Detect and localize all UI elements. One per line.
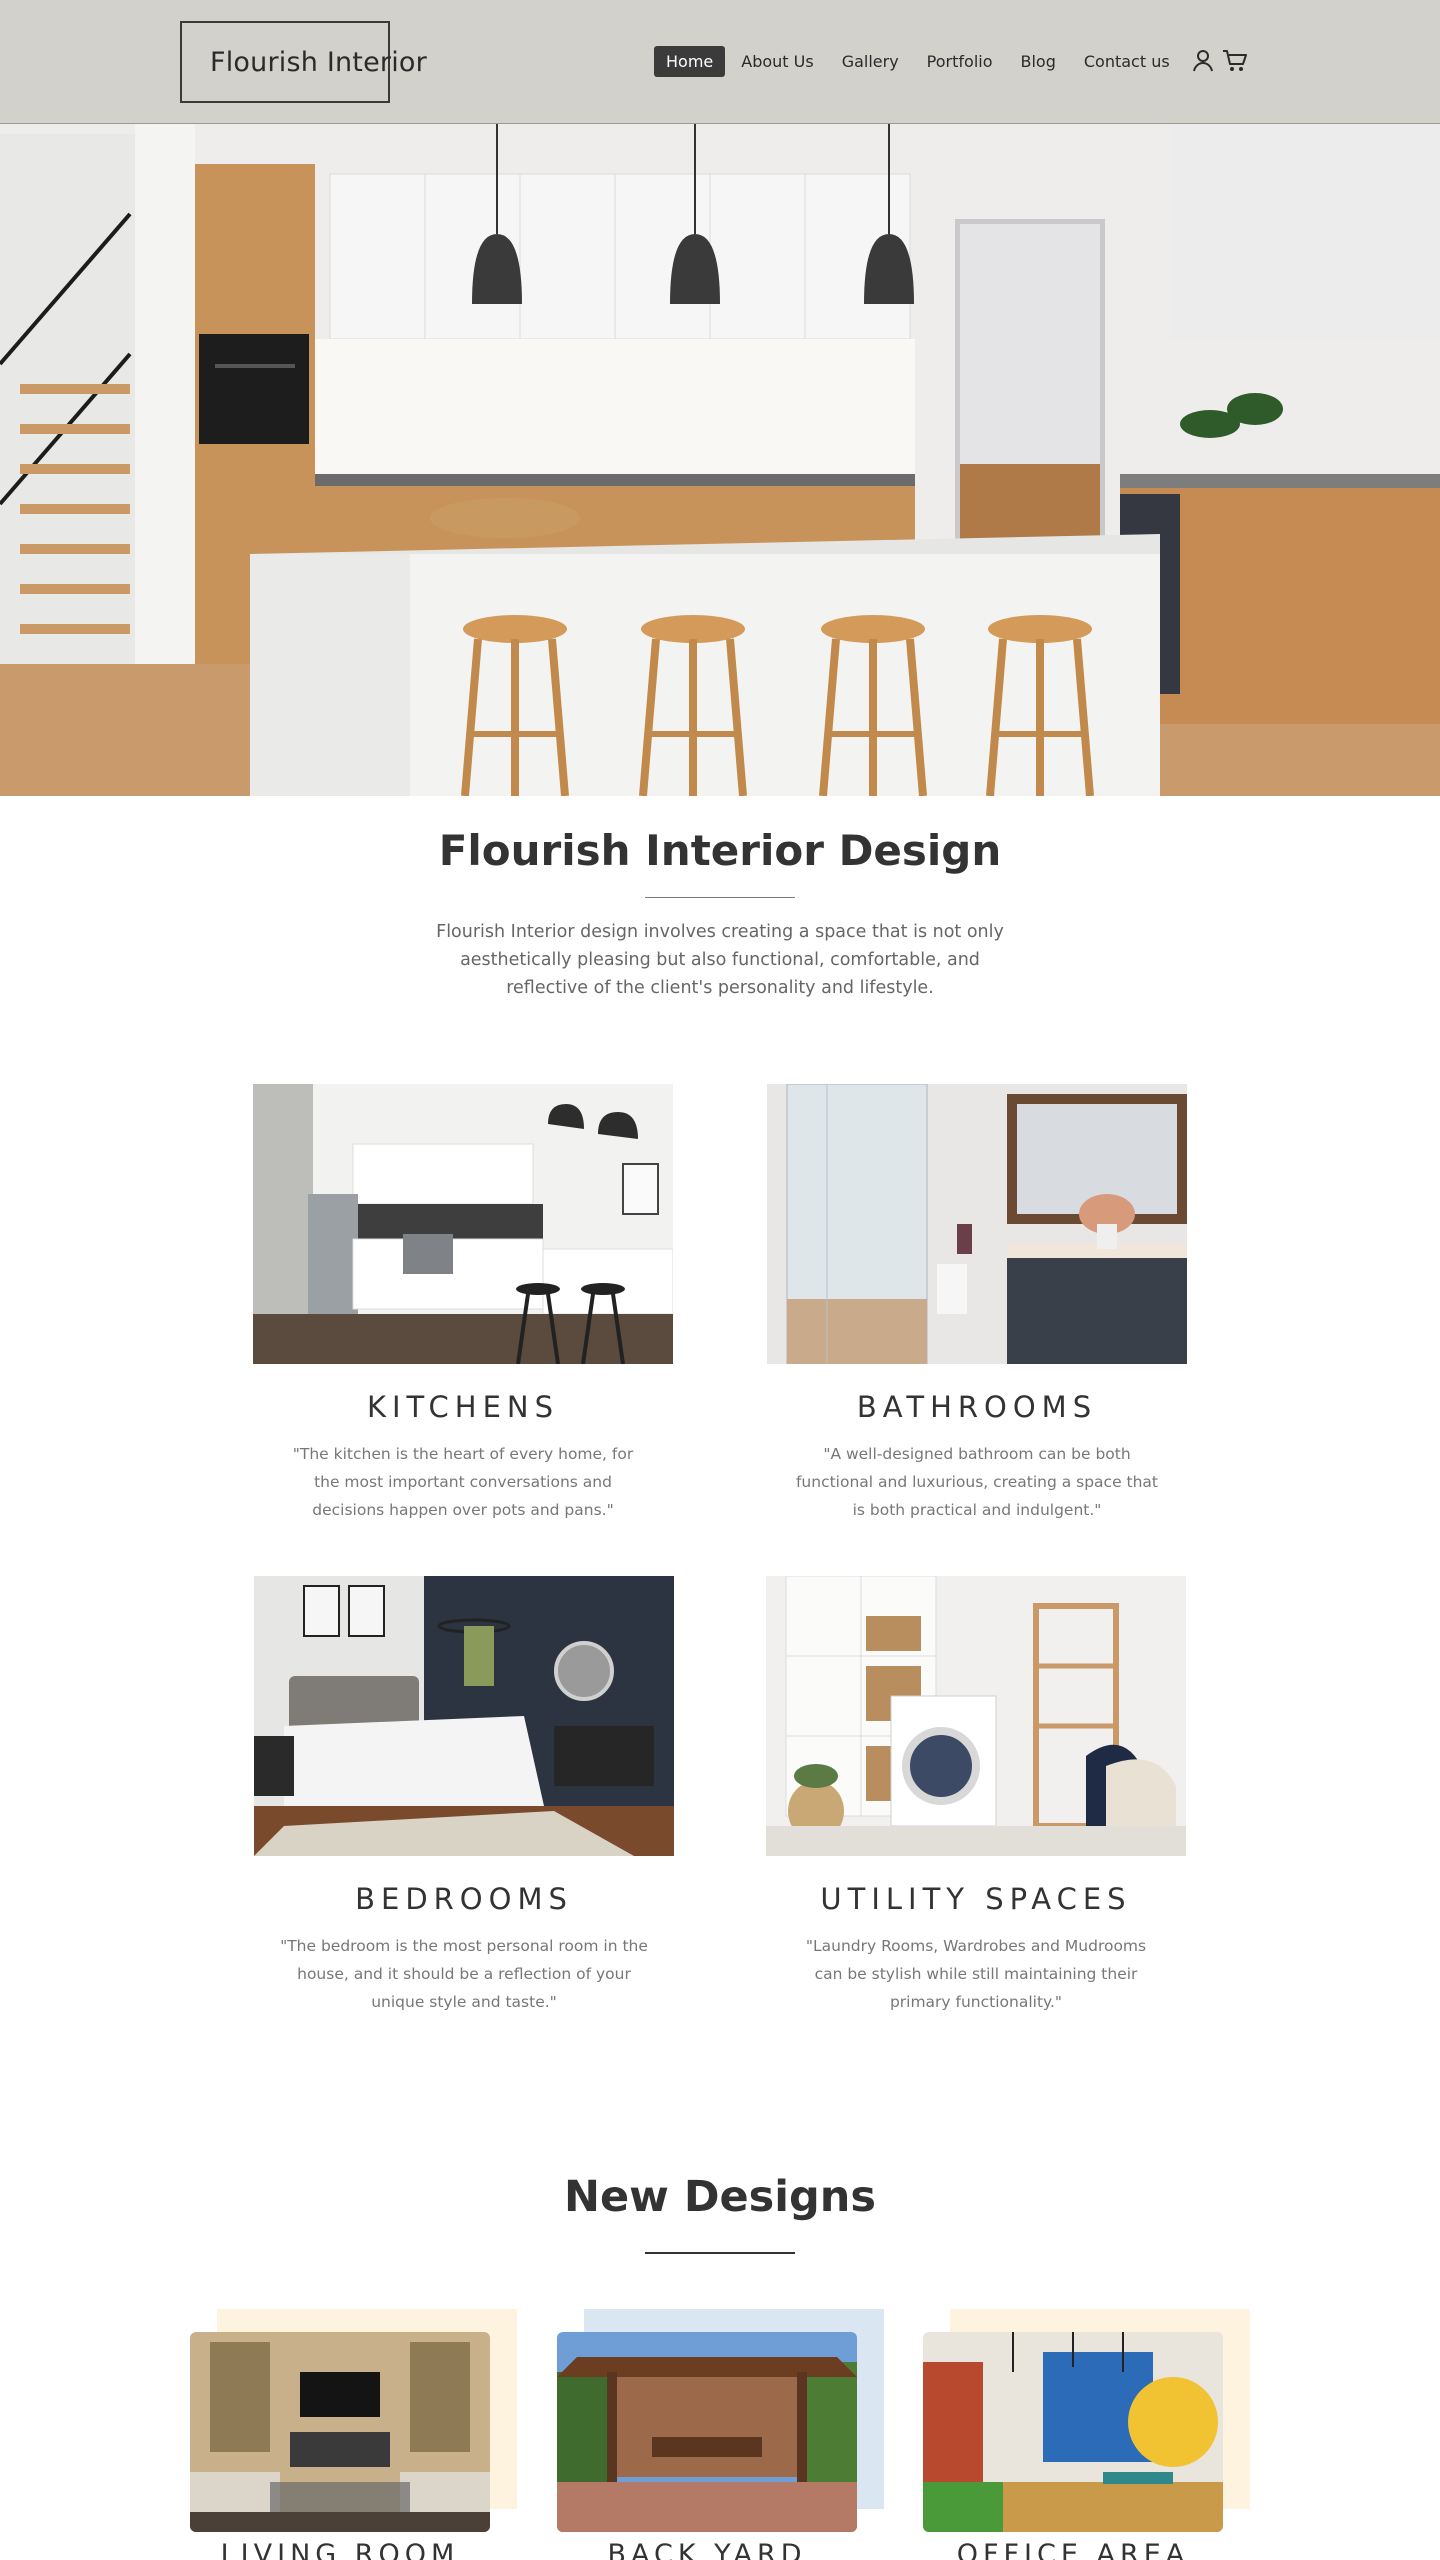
title-divider xyxy=(645,897,795,898)
design-card-office-area[interactable]: OFFICE AREA xyxy=(923,2309,1250,2560)
category-title: BEDROOMS xyxy=(355,1882,573,1916)
back-yard-image xyxy=(557,2332,857,2532)
nav-gallery[interactable]: Gallery xyxy=(830,46,911,77)
brand-logo[interactable]: Flourish Interior xyxy=(180,21,427,103)
nav-home[interactable]: Home xyxy=(654,45,726,77)
category-title: BATHROOMS xyxy=(856,1390,1098,1424)
category-title: UTILITY SPACES xyxy=(820,1882,1132,1916)
design-card-living-room[interactable]: LIVING ROOM xyxy=(190,2309,517,2560)
category-card-bathrooms[interactable]: BATHROOMS "A well-designed bathroom can … xyxy=(767,1084,1187,1524)
living-room-image xyxy=(190,2332,490,2532)
site-header: Flourish Interior Home About Us Gallery … xyxy=(0,0,1440,124)
design-card-back-yard[interactable]: BACK YARD xyxy=(557,2309,884,2560)
new-designs-title: New Designs xyxy=(563,2172,877,2222)
kitchens-image xyxy=(253,1084,673,1364)
category-quote: "A well-designed bathroom can be both fu… xyxy=(795,1445,1159,1519)
category-quote: "The bedroom is the most personal room i… xyxy=(280,1937,648,2011)
category-title: KITCHENS xyxy=(366,1390,560,1424)
design-card-label: OFFICE AREA xyxy=(956,2539,1190,2560)
nav-about-us[interactable]: About Us xyxy=(729,46,825,77)
bedrooms-image xyxy=(254,1576,674,1856)
category-quote: "Laundry Rooms, Wardrobes and Mudrooms c… xyxy=(805,1937,1147,2011)
design-card-label: BACK YARD xyxy=(607,2539,807,2560)
header-icons xyxy=(1192,49,1248,73)
nav-portfolio[interactable]: Portfolio xyxy=(915,46,1005,77)
main-nav: Home About Us Gallery Portfolio Blog Con… xyxy=(654,45,1248,77)
utility-spaces-image xyxy=(766,1576,1186,1856)
category-quote: "The kitchen is the heart of every home,… xyxy=(292,1445,634,1519)
category-card-bedrooms[interactable]: BEDROOMS "The bedroom is the most person… xyxy=(254,1576,674,2016)
cart-icon[interactable] xyxy=(1222,49,1248,73)
hero-kitchen-image xyxy=(0,124,1440,796)
office-area-image xyxy=(923,2332,1223,2532)
nav-contact-us[interactable]: Contact us xyxy=(1072,46,1182,77)
new-designs-divider xyxy=(645,2252,795,2254)
bathrooms-image xyxy=(767,1084,1187,1364)
page-title: Flourish Interior Design xyxy=(438,826,1002,875)
brand-name: Flourish Interior xyxy=(210,46,427,78)
user-icon[interactable] xyxy=(1192,49,1214,73)
nav-blog[interactable]: Blog xyxy=(1009,46,1068,77)
intro-description: Flourish Interior design involves creati… xyxy=(436,922,1004,998)
category-card-utility-spaces[interactable]: UTILITY SPACES "Laundry Rooms, Wardrobes… xyxy=(766,1576,1186,2016)
category-card-kitchens[interactable]: KITCHENS "The kitchen is the heart of ev… xyxy=(253,1084,673,1524)
design-card-label: LIVING ROOM xyxy=(220,2539,460,2560)
